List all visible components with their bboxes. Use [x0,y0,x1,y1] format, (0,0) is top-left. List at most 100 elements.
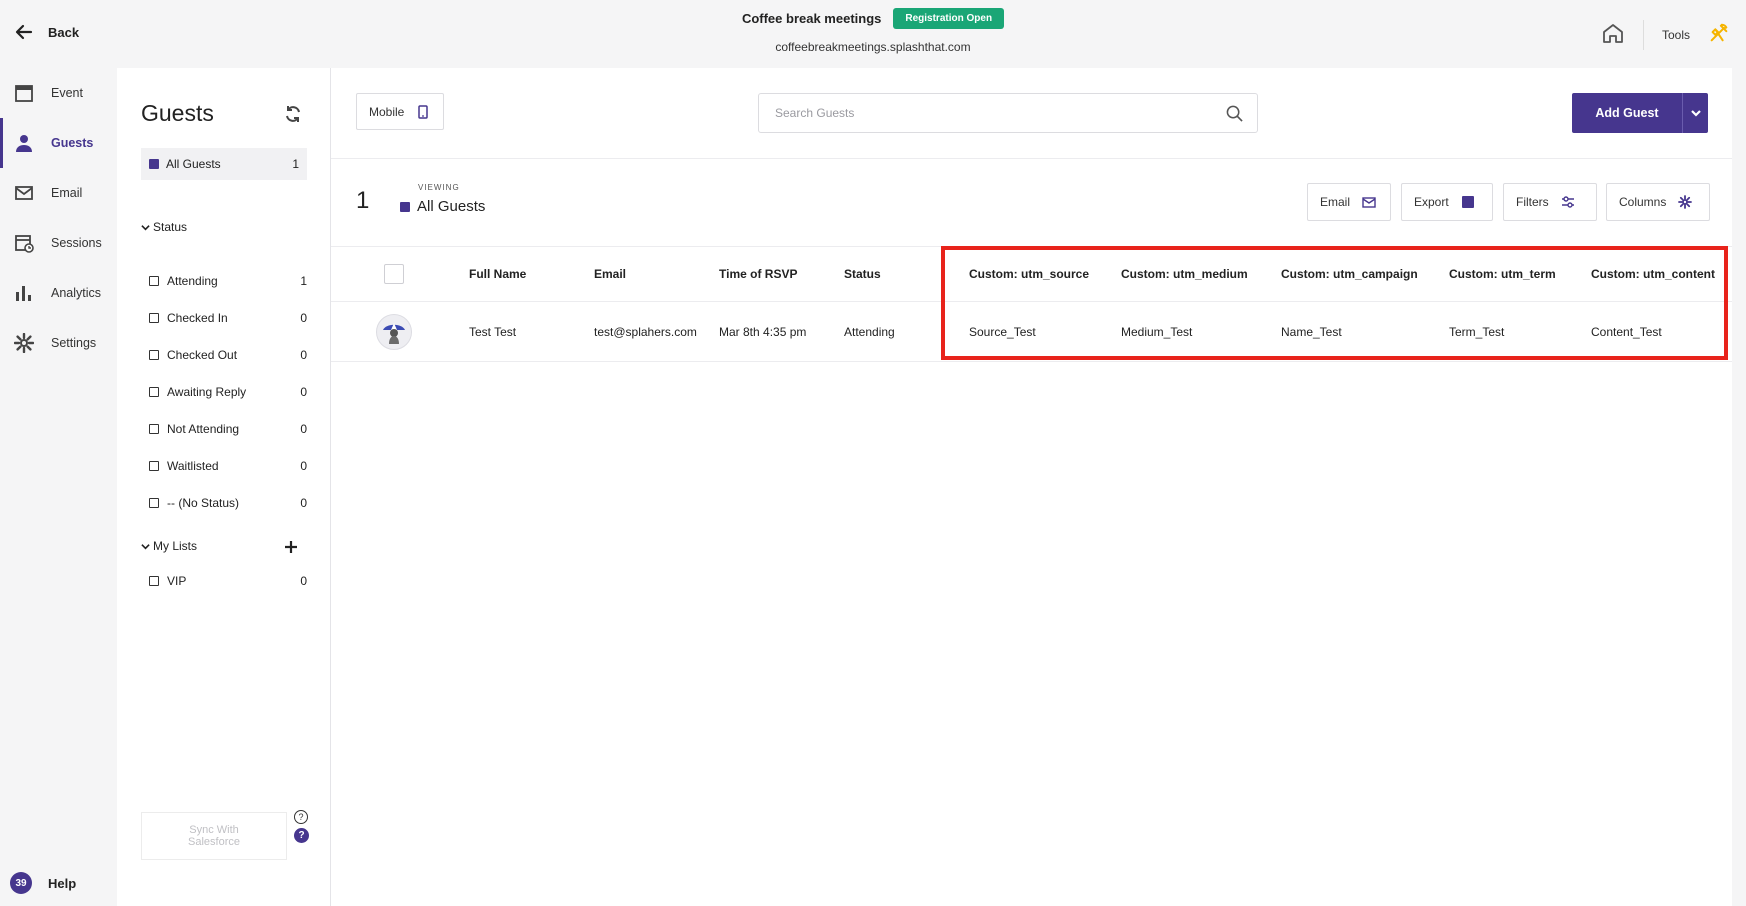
column-header-utm-content[interactable]: Custom: utm_content [1591,246,1715,301]
export-button[interactable]: Export [1401,183,1493,221]
table-header-row: Full Name Email Time of RSVP Status Cust… [331,246,1732,302]
column-header-time-of-rsvp[interactable]: Time of RSVP [719,246,797,301]
my-lists-list: VIP 0 [149,562,307,599]
nav-item-guests[interactable]: Guests [0,118,117,168]
list-count: 0 [300,573,307,588]
status-filter-awaiting-reply[interactable]: Awaiting Reply 0 [149,373,307,410]
status-section-toggle[interactable]: Status [141,220,187,234]
cell-utm-content: Content_Test [1591,324,1662,339]
column-header-email[interactable]: Email [594,246,626,301]
cell-full-name[interactable]: Test Test [469,302,516,361]
event-url[interactable]: coffeebreakmeetings.splashthat.com [0,40,1746,54]
avatar[interactable] [376,313,412,350]
calendar-icon [15,85,33,102]
search-input[interactable] [759,94,1257,132]
home-button[interactable] [1601,21,1625,50]
mobile-label: Mobile [369,104,405,119]
checkbox[interactable] [149,423,159,434]
list-item-vip[interactable]: VIP 0 [149,562,307,599]
my-lists-section-toggle[interactable]: My Lists [141,539,197,553]
search-icon[interactable] [1226,105,1243,127]
help-count-badge: 39 [10,872,32,894]
cell-utm-medium: Medium_Test [1121,324,1193,339]
tools-icon[interactable] [1708,22,1730,49]
column-header-utm-medium[interactable]: Custom: utm_medium [1121,246,1248,301]
status-count: 0 [300,495,307,510]
email-button-label: Email [1320,195,1351,209]
cell-time-of-rsvp: Mar 8th 4:35 pm [719,324,807,339]
event-title-row: Coffee break meetings Registration Open [0,8,1746,29]
checkbox[interactable] [149,575,159,586]
add-guest-dropdown-button[interactable] [1682,93,1708,133]
cell-utm-campaign: Name_Test [1281,324,1342,339]
mobile-view-button[interactable]: Mobile [356,93,444,130]
guests-table: Full Name Email Time of RSVP Status Cust… [331,246,1732,362]
column-header-status[interactable]: Status [844,246,881,301]
help-outline-icon[interactable]: ? [294,810,308,824]
columns-button-label: Columns [1619,195,1667,209]
table-row[interactable]: Test Test test@splahers.com Mar 8th 4:35… [331,302,1732,362]
select-all-cell [384,246,404,301]
refresh-icon[interactable] [283,104,303,129]
main-content: Mobile Add Guest 1 VIEWING All Guests Em… [331,68,1732,906]
divider [331,158,1732,159]
sync-with-salesforce-button[interactable]: Sync With Salesforce [141,812,287,860]
status-filter-waitlisted[interactable]: Waitlisted 0 [149,447,307,484]
column-header-full-name[interactable]: Full Name [469,246,526,301]
checkbox[interactable] [149,460,159,471]
top-right-controls: Tools [1601,20,1730,50]
checkbox[interactable] [149,497,159,508]
divider [1642,20,1644,50]
all-guests-label: All Guests [166,157,221,171]
registration-status-badge[interactable]: Registration Open [893,8,1005,29]
envelope-icon [15,186,33,200]
gear-icon [14,333,34,353]
guest-avatar-icon [383,322,405,344]
chevron-down-icon [141,543,150,549]
nav-item-analytics[interactable]: Analytics [0,268,117,318]
column-header-utm-source[interactable]: Custom: utm_source [969,246,1089,301]
checkbox[interactable] [149,275,159,286]
status-filter-no-status[interactable]: -- (No Status) 0 [149,484,307,521]
nav-item-sessions[interactable]: Sessions [0,218,117,268]
filter-all-guests[interactable]: All Guests 1 [141,148,307,180]
search-box [758,93,1258,133]
email-guests-button[interactable]: Email [1307,183,1391,221]
columns-button[interactable]: Columns [1606,183,1710,221]
status-label: -- (No Status) [167,495,240,510]
guests-title: Guests [141,100,214,126]
status-filter-attending[interactable]: Attending 1 [149,262,307,299]
checkbox[interactable] [149,349,159,360]
nav-item-email[interactable]: Email [0,168,117,218]
add-list-plus-icon[interactable] [284,540,298,559]
status-count: 0 [300,310,307,325]
help-button[interactable]: 39 Help [10,872,76,894]
column-header-utm-term[interactable]: Custom: utm_term [1449,246,1556,301]
cell-utm-term: Term_Test [1449,324,1505,339]
sessions-icon [15,235,34,253]
nav-item-settings[interactable]: Settings [0,318,117,368]
column-header-utm-campaign[interactable]: Custom: utm_campaign [1281,246,1418,301]
checkbox[interactable] [149,386,159,397]
status-filter-checked-out[interactable]: Checked Out 0 [149,336,307,373]
status-count: 0 [300,384,307,399]
top-bar: Back Coffee break meetings Registration … [0,0,1746,68]
person-icon [16,135,32,152]
help-filled-icon[interactable]: ? [294,828,309,843]
filters-button[interactable]: Filters [1503,183,1597,221]
tools-button[interactable]: Tools [1662,28,1690,42]
select-all-checkbox[interactable] [384,263,404,284]
nav-item-event[interactable]: Event [0,68,117,118]
status-count: 1 [300,273,307,288]
checkbox[interactable] [149,312,159,323]
status-label: Checked In [167,310,228,325]
my-lists-heading: My Lists [153,539,198,553]
sliders-icon [1561,196,1574,208]
status-filter-not-attending[interactable]: Not Attending 0 [149,410,307,447]
cell-email: test@splahers.com [594,324,697,339]
add-guest-button[interactable]: Add Guest [1572,93,1682,133]
nav-label-sessions: Sessions [51,236,102,250]
status-label: Awaiting Reply [167,384,247,399]
status-filter-checked-in[interactable]: Checked In 0 [149,299,307,336]
status-label: Checked Out [167,347,238,362]
